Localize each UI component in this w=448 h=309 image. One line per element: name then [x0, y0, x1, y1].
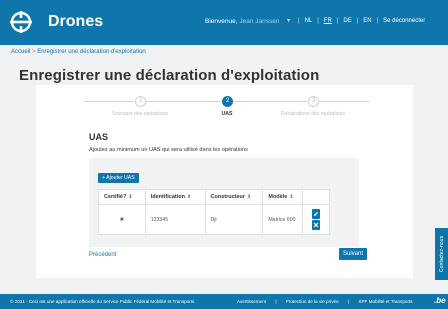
section-title: UAS	[89, 132, 109, 142]
lang-nl[interactable]: NL	[302, 18, 316, 24]
table-row: ✖ 123345 Dji Matrice 600	[98, 204, 330, 235]
footer-link-spf[interactable]: SPF Mobilité et Transports	[354, 299, 416, 304]
contact-us-tab[interactable]: Contactez-nous	[435, 228, 448, 280]
step-2-indicator: 2	[222, 96, 233, 107]
section-subtitle: Ajoutez au minimum un UAS qui sera utili…	[89, 147, 248, 153]
close-icon[interactable]	[312, 220, 321, 230]
uas-table: Certifié? ⇕ Identification ⇕ Constructeur ⇕…	[98, 189, 330, 235]
globe-logo-icon[interactable]	[10, 11, 32, 33]
table-header-row: Certifié? ⇕ Identification ⇕ Constructeur ⇕…	[98, 189, 330, 205]
stepper: 1 2 3 Scénario des opérations UAS Déclar…	[36, 95, 413, 125]
page-title: Enregistrer une déclaration d'exploitati…	[19, 67, 320, 84]
step-3-label: Déclarations des opérations	[280, 111, 346, 117]
form-card: 1 2 3 Scénario des opérations UAS Déclar…	[36, 85, 413, 278]
breadcrumb-current: Enregistrer une déclaration d'exploitati…	[37, 49, 146, 55]
lang-de[interactable]: DE	[340, 18, 354, 24]
step-line	[84, 101, 134, 102]
top-bar: Drones Bienvenue, Jean Janssen ▾ | NL | …	[0, 0, 448, 45]
pencil-icon[interactable]	[312, 209, 321, 219]
column-label: Certifié?	[104, 194, 127, 200]
add-uas-button[interactable]: + Ajouter UAS	[98, 173, 139, 183]
user-name[interactable]: Jean Janssen	[239, 18, 279, 25]
footer: © 2021 - Ceci est une application offici…	[0, 294, 448, 309]
sort-icon[interactable]: ⇕	[289, 194, 293, 200]
step-1-indicator: 1	[135, 96, 146, 107]
step-line	[319, 101, 369, 102]
cell-identification: 123345	[144, 204, 206, 235]
column-label: Identification	[150, 194, 185, 200]
cell-constructor: Dji	[204, 204, 264, 235]
separator: |	[275, 299, 277, 304]
cell-model: Matrice 600	[262, 204, 304, 235]
step-3-indicator: 3	[308, 96, 319, 107]
step-line	[146, 101, 221, 102]
next-button[interactable]: Suivant	[339, 248, 367, 260]
separator: |	[347, 299, 350, 304]
app-name[interactable]: Drones	[48, 13, 103, 31]
sort-icon[interactable]: ⇕	[247, 194, 251, 200]
previous-link[interactable]: Précédent	[89, 252, 116, 258]
column-header-identification[interactable]: Identification ⇕	[144, 189, 206, 205]
user-menu-chevron-icon[interactable]: ▾	[287, 17, 290, 24]
sort-icon[interactable]: ⇕	[187, 194, 191, 200]
be-logo[interactable]: .be	[434, 296, 446, 305]
step-line	[233, 101, 307, 102]
breadcrumb-home[interactable]: Accueil	[11, 49, 30, 55]
column-header-actions	[302, 189, 330, 205]
welcome-label: Bienvenue,	[205, 18, 238, 25]
lang-en[interactable]: EN	[360, 18, 374, 24]
sort-icon[interactable]: ⇕	[128, 194, 132, 200]
breadcrumb-separator: >	[32, 49, 36, 55]
cell-actions	[302, 204, 330, 235]
column-header-certified[interactable]: Certifié? ⇕	[98, 189, 146, 205]
footer-links: Avertissement | Protection de la vie pri…	[233, 299, 417, 304]
column-label: Constructeur	[210, 194, 246, 200]
column-header-constructor[interactable]: Constructeur ⇕	[204, 189, 264, 205]
row-actions	[303, 205, 329, 234]
welcome-text: Bienvenue, Jean Janssen	[205, 18, 279, 25]
language-links: | NL | FR | DE | EN | Se déconnecter	[296, 18, 428, 24]
logout-link[interactable]: Se déconnecter	[380, 18, 428, 24]
uas-panel: + Ajouter UAS Certifié? ⇕ Identification ⇕…	[89, 158, 359, 247]
contact-us-label: Contactez-nous	[438, 235, 445, 273]
lang-fr[interactable]: FR	[321, 18, 335, 24]
footer-link-disclaimer[interactable]: Avertissement	[233, 299, 270, 304]
cell-certified: ✖	[98, 204, 146, 235]
column-header-model[interactable]: Modèle ⇕	[262, 189, 304, 205]
column-label: Modèle	[268, 194, 288, 200]
footer-link-privacy[interactable]: Protection de la vie privée	[282, 299, 343, 304]
footer-text: © 2021 - Ceci est une application offici…	[10, 299, 196, 304]
breadcrumb: Accueil > Enregistrer une déclaration d'…	[11, 49, 146, 55]
